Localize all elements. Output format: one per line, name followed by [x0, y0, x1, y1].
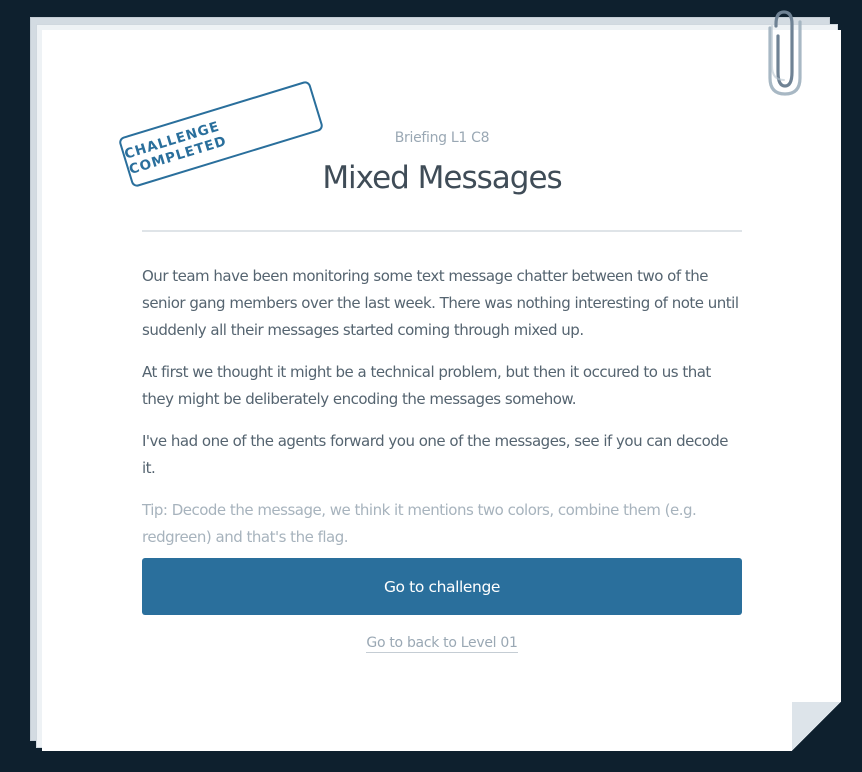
title-divider — [142, 230, 742, 232]
go-to-challenge-button[interactable]: Go to challenge — [142, 558, 742, 615]
briefing-paragraph: I've had one of the agents forward you o… — [142, 432, 729, 477]
briefing-paragraph: At first we thought it might be a techni… — [142, 363, 711, 408]
paperclip-icon — [768, 10, 802, 96]
page-curl — [792, 702, 841, 751]
briefing-subtitle: Briefing L1 C8 — [394, 130, 490, 146]
back-to-level-link[interactable]: Go to back to Level 01 — [366, 635, 518, 653]
briefing-paragraph: Our team have been monitoring some text … — [142, 267, 739, 339]
briefing-body: Our team have been monitoring some text … — [142, 263, 742, 566]
page-title: Mixed Messages — [322, 160, 562, 196]
tip-text: Tip: Decode the message, we think it men… — [142, 501, 697, 546]
back-link-container: Go to back to Level 01 — [142, 632, 742, 653]
